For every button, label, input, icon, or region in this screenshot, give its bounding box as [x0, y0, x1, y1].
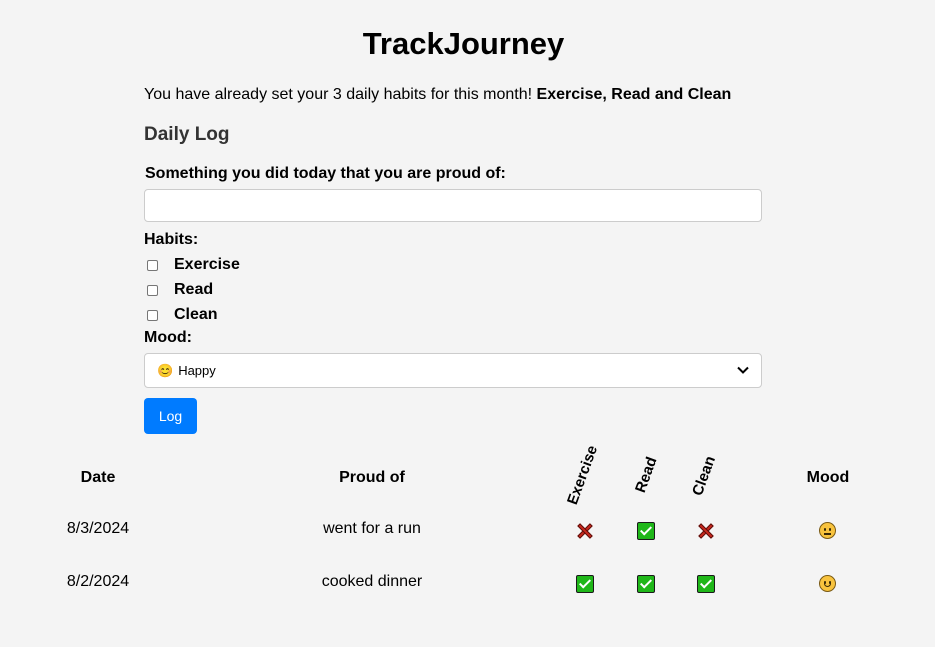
column-header-read: Read: [632, 454, 661, 495]
smile-emoji-icon: 😊: [157, 362, 174, 378]
chevron-down-icon: [737, 365, 749, 377]
habit-read-label: Read: [174, 281, 214, 298]
proud-label: Something you did today that you are pro…: [145, 165, 506, 182]
mood-select[interactable]: 😊 Happy: [144, 353, 762, 388]
column-header-mood: Mood: [806, 469, 850, 486]
habits-label: Habits:: [144, 231, 199, 248]
column-header-date: Date: [80, 469, 116, 486]
habit-exercise-label: Exercise: [174, 256, 240, 273]
row-2-read-check-icon: [637, 575, 655, 593]
column-header-exercise: Exercise: [564, 443, 602, 507]
row-1-proud: went for a run: [323, 520, 421, 537]
row-2-proud: cooked dinner: [321, 573, 423, 590]
app-title: TrackJourney: [362, 26, 565, 61]
column-header-clean: Clean: [689, 453, 719, 498]
mood-selected-value: Happy: [178, 363, 216, 378]
proud-input[interactable]: [144, 189, 762, 222]
row-2-clean-check-icon: [697, 575, 715, 593]
neutral-face-icon: [819, 522, 836, 539]
daily-log-heading: Daily Log: [144, 124, 230, 145]
column-header-proud: Proud of: [339, 469, 405, 486]
habit-read-checkbox[interactable]: [147, 284, 158, 296]
row-1-read-check-icon: [637, 522, 655, 540]
row-2-date: 8/2/2024: [66, 573, 130, 590]
row-1-exercise-cross-icon: [576, 522, 594, 540]
smiling-face-icon: [819, 575, 836, 592]
intro-message: You have already set your 3 daily habits…: [144, 86, 537, 103]
habit-clean-checkbox[interactable]: [147, 309, 158, 321]
habit-exercise-checkbox[interactable]: [147, 259, 158, 271]
habit-read-row[interactable]: Read: [147, 279, 213, 301]
intro-text: You have already set your 3 daily habits…: [144, 86, 731, 104]
row-2-exercise-check-icon: [576, 575, 594, 593]
habit-exercise-row[interactable]: Exercise: [147, 254, 240, 276]
habit-clean-label: Clean: [174, 306, 218, 323]
row-1-date: 8/3/2024: [66, 520, 130, 537]
log-button[interactable]: Log: [144, 398, 197, 434]
row-1-clean-cross-icon: [697, 522, 715, 540]
habit-clean-row[interactable]: Clean: [147, 304, 218, 326]
intro-habits: Exercise, Read and Clean: [536, 86, 732, 103]
page: TrackJourney You have already set your 3…: [0, 0, 935, 647]
mood-label: Mood:: [144, 329, 192, 346]
